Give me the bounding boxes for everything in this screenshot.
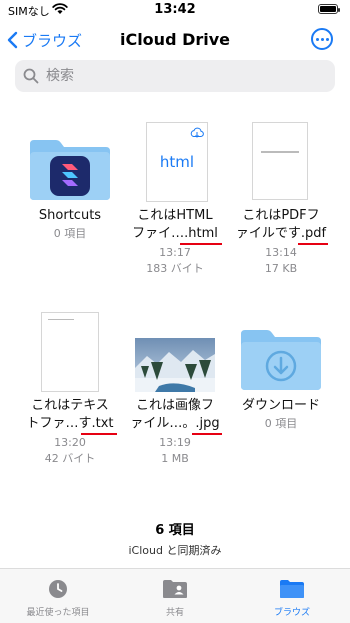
shortcuts-folder-icon: [30, 140, 110, 200]
file-date: 13:20: [54, 436, 86, 449]
shared-folder-icon: [163, 580, 187, 598]
pdf-thumb-text-line: [261, 151, 299, 153]
downloads-folder-icon: [241, 330, 321, 390]
file-name-line2: ファイ….html: [132, 226, 218, 241]
tab-shared-label: 共有: [165, 608, 184, 618]
search-icon: [23, 68, 39, 84]
jpg-file-icon: [135, 338, 215, 392]
cloud-download-icon: [190, 127, 204, 138]
file-name-line2: トファ…す.txt: [26, 416, 114, 431]
tab-recents-label: 最近使った項目: [26, 608, 90, 618]
html-thumb-label: html: [159, 153, 195, 171]
clock-icon: [49, 580, 67, 598]
file-name-line2: ァイルです.pdf: [235, 226, 327, 241]
file-name-line1: これは画像フ: [135, 398, 214, 413]
more-options-button[interactable]: [311, 28, 333, 50]
txt-file-icon: [41, 312, 99, 392]
search-input[interactable]: [44, 67, 308, 85]
file-size: 1 MB: [161, 452, 189, 465]
txt-thumb-text-line: [48, 319, 74, 320]
tab-recents[interactable]: 最近使った項目: [0, 569, 116, 623]
file-date: 13:14: [265, 246, 297, 259]
page-title: iCloud Drive: [119, 30, 231, 49]
file-name: ダウンロード: [241, 398, 320, 413]
file-meta: 0 項目: [264, 417, 298, 430]
file-meta: 0 項目: [53, 227, 87, 240]
file-size: 17 KB: [264, 262, 298, 275]
file-name-line1: これはHTML: [137, 208, 213, 223]
file-size: 42 バイト: [44, 452, 96, 465]
more-icon-dot: [320, 37, 324, 41]
status-time: 13:42: [154, 2, 196, 17]
more-icon-dot: [325, 37, 329, 41]
tab-browse[interactable]: ブラウズ: [234, 569, 350, 623]
tab-bar: 最近使った項目 共有 ブラウズ: [0, 568, 350, 623]
file-size: 183 バイト: [146, 262, 204, 275]
pdf-file-icon: [252, 122, 308, 200]
file-name: Shortcuts: [38, 208, 102, 223]
tab-browse-label: ブラウズ: [273, 608, 310, 618]
file-name-line1: これはPDFフ: [242, 208, 320, 223]
search-bar[interactable]: [15, 60, 335, 92]
folder-icon: [280, 580, 304, 598]
tab-shared[interactable]: 共有: [117, 569, 233, 623]
more-icon-dot: [315, 37, 319, 41]
file-date: 13:19: [159, 436, 191, 449]
item-count: 6 項目: [155, 523, 195, 538]
battery-icon: [318, 4, 340, 14]
file-name-line1: これはテキス: [31, 398, 109, 413]
status-bar: SIMなし 13:42: [0, 0, 350, 20]
html-file-icon: html: [146, 122, 208, 202]
sync-status: iCloud と同期済み: [128, 544, 222, 557]
file-date: 13:17: [159, 246, 191, 259]
file-name-line2: ァイル…。.jpg: [130, 416, 220, 431]
